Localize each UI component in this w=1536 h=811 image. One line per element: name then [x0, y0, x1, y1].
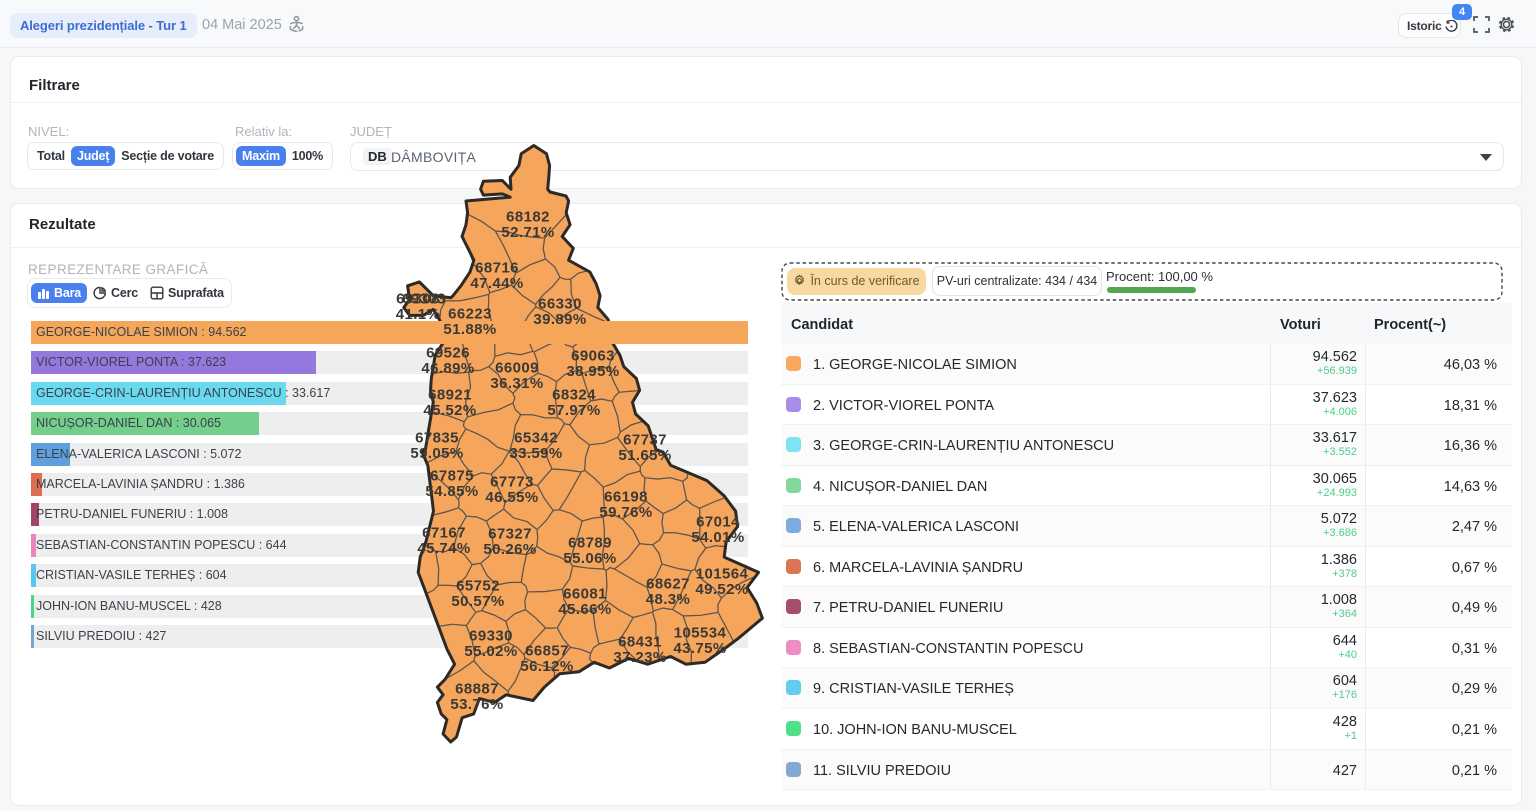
svg-text:39.89%: 39.89%: [533, 311, 586, 328]
svg-text:51.65%: 51.65%: [618, 447, 671, 464]
svg-text:68716: 68716: [475, 260, 519, 277]
svg-text:69063: 69063: [571, 348, 615, 365]
svg-text:65752: 65752: [456, 578, 500, 595]
svg-text:65342: 65342: [514, 430, 558, 447]
svg-text:54.85%: 54.85%: [425, 483, 478, 500]
svg-text:68921: 68921: [428, 387, 472, 404]
svg-text:66009: 66009: [495, 360, 539, 377]
svg-text:67835: 67835: [415, 430, 459, 447]
svg-text:101564: 101564: [696, 566, 749, 583]
svg-text:52.71%: 52.71%: [501, 224, 554, 241]
svg-text:68324: 68324: [552, 387, 596, 404]
svg-text:45.66%: 45.66%: [558, 601, 611, 618]
svg-text:55.06%: 55.06%: [563, 550, 616, 567]
svg-text:67014: 67014: [696, 514, 740, 531]
svg-text:54.01%: 54.01%: [691, 529, 744, 546]
svg-text:68627: 68627: [646, 576, 690, 593]
svg-text:36.31%: 36.31%: [490, 375, 543, 392]
svg-text:66081: 66081: [563, 586, 607, 603]
svg-text:68887: 68887: [455, 681, 499, 698]
svg-text:57.97%: 57.97%: [547, 402, 600, 419]
svg-text:48.3%: 48.3%: [646, 591, 691, 608]
svg-text:67773: 67773: [490, 474, 534, 491]
svg-text:46.55%: 46.55%: [485, 489, 538, 506]
svg-text:56.12%: 56.12%: [520, 658, 573, 675]
svg-text:105534: 105534: [674, 625, 727, 642]
svg-text:55.02%: 55.02%: [464, 643, 517, 660]
svg-text:50.57%: 50.57%: [451, 593, 504, 610]
svg-text:68431: 68431: [618, 634, 662, 651]
svg-text:45.74%: 45.74%: [417, 540, 470, 557]
svg-text:50.26%: 50.26%: [483, 541, 536, 558]
svg-text:51.88%: 51.88%: [443, 321, 496, 338]
svg-text:41.1%: 41.1%: [396, 306, 441, 323]
svg-text:49.52%: 49.52%: [695, 581, 748, 598]
svg-text:67167: 67167: [422, 525, 466, 542]
svg-text:47.44%: 47.44%: [470, 275, 523, 292]
svg-text:59.76%: 59.76%: [599, 504, 652, 521]
svg-text:69330: 69330: [469, 628, 513, 645]
svg-text:66223: 66223: [448, 306, 492, 323]
svg-text:67875: 67875: [430, 468, 474, 485]
svg-text:69526: 69526: [426, 345, 470, 362]
svg-text:67327: 67327: [488, 526, 532, 543]
svg-text:37.23%: 37.23%: [613, 649, 666, 666]
svg-text:68789: 68789: [568, 535, 612, 552]
svg-text:43.75%: 43.75%: [673, 640, 726, 657]
svg-text:67737: 67737: [623, 432, 667, 449]
svg-text:69303: 69303: [402, 291, 446, 308]
svg-text:46.89%: 46.89%: [421, 360, 474, 377]
svg-text:59.05%: 59.05%: [410, 445, 463, 462]
svg-text:68182: 68182: [506, 209, 550, 226]
svg-text:38.95%: 38.95%: [566, 363, 619, 380]
svg-text:45.52%: 45.52%: [423, 402, 476, 419]
svg-text:53.76%: 53.76%: [450, 696, 503, 713]
svg-text:66857: 66857: [525, 643, 569, 660]
svg-text:66330: 66330: [538, 296, 582, 313]
svg-text:66198: 66198: [604, 489, 648, 506]
svg-text:33.59%: 33.59%: [509, 445, 562, 462]
